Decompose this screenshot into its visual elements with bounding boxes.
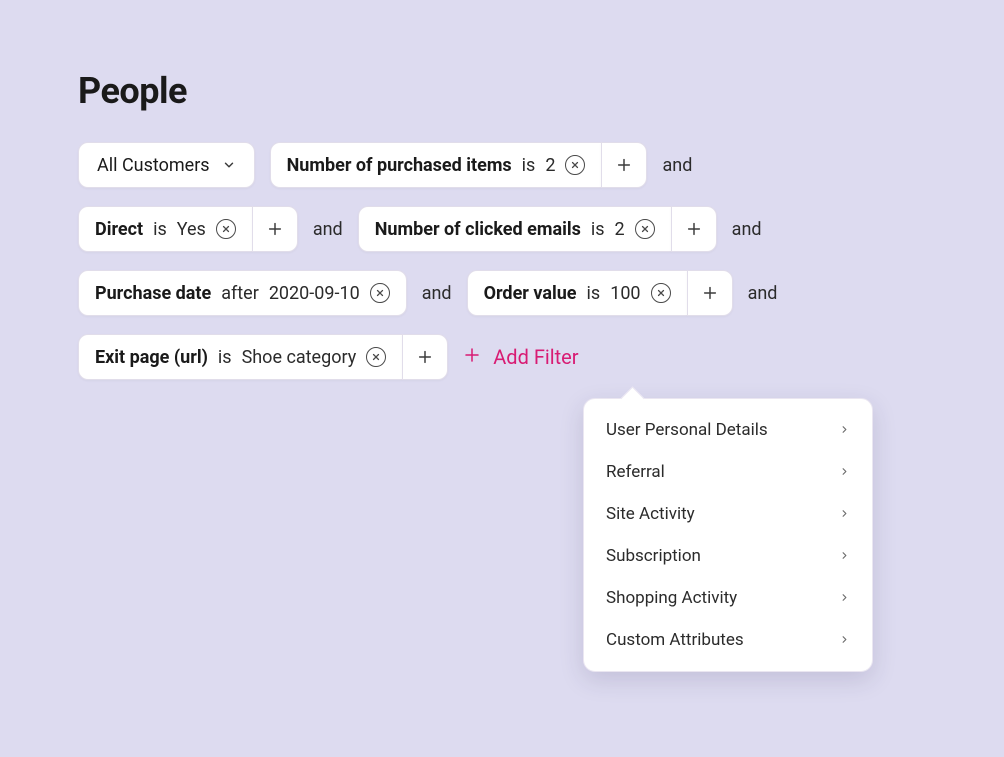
- filter-op: is: [218, 347, 232, 368]
- popover-item-label: Shopping Activity: [606, 588, 737, 608]
- filter-rows: All Customers Number of purchased items …: [78, 142, 926, 380]
- filter-row: All Customers Number of purchased items …: [78, 142, 926, 188]
- filter-row: Purchase date after 2020-09-10 and Order…: [78, 270, 926, 316]
- filter-op: is: [522, 155, 536, 176]
- segment-dropdown[interactable]: All Customers: [78, 142, 255, 188]
- filter-op: is: [591, 219, 605, 240]
- chevron-right-icon: [839, 504, 850, 524]
- popover-item-label: Subscription: [606, 546, 701, 566]
- page-title: People: [78, 70, 926, 112]
- add-filter-popover: User Personal Details Referral Site Acti…: [583, 398, 873, 672]
- filter-chip[interactable]: Exit page (url) is Shoe category: [78, 334, 402, 380]
- add-filter-label: Add Filter: [493, 345, 578, 369]
- filter-field: Number of purchased items: [287, 155, 512, 176]
- popover-item-label: Custom Attributes: [606, 630, 744, 650]
- conjunction-label: and: [662, 155, 692, 176]
- filter-chip[interactable]: Number of clicked emails is 2: [358, 206, 671, 252]
- filter-chip-group: Exit page (url) is Shoe category: [78, 334, 448, 380]
- filter-field: Number of clicked emails: [375, 219, 581, 240]
- popover-item-label: Site Activity: [606, 504, 695, 524]
- filter-op: after: [221, 283, 259, 304]
- filter-chip-group: Number of purchased items is 2: [270, 142, 648, 188]
- filter-row: Exit page (url) is Shoe category A: [78, 334, 926, 380]
- conjunction-label: and: [313, 219, 343, 240]
- add-filter-button[interactable]: Add Filter: [463, 345, 578, 369]
- remove-filter-icon[interactable]: [635, 219, 655, 239]
- remove-filter-icon[interactable]: [366, 347, 386, 367]
- filter-value: 100: [610, 283, 640, 304]
- chevron-down-icon: [222, 158, 236, 172]
- add-condition-button[interactable]: [402, 334, 448, 380]
- filter-value: Yes: [177, 219, 206, 240]
- filter-value: Shoe category: [242, 347, 357, 368]
- popover-item-subscription[interactable]: Subscription: [584, 535, 872, 577]
- conjunction-label: and: [732, 219, 762, 240]
- chevron-right-icon: [839, 462, 850, 482]
- remove-filter-icon[interactable]: [370, 283, 390, 303]
- remove-filter-icon[interactable]: [216, 219, 236, 239]
- remove-filter-icon[interactable]: [651, 283, 671, 303]
- popover-menu: User Personal Details Referral Site Acti…: [583, 398, 873, 672]
- filter-field: Order value: [484, 283, 577, 304]
- filter-op: is: [153, 219, 167, 240]
- popover-item-shopping-activity[interactable]: Shopping Activity: [584, 577, 872, 619]
- chevron-right-icon: [839, 420, 850, 440]
- filter-field: Exit page (url): [95, 347, 208, 368]
- add-condition-button[interactable]: [671, 206, 717, 252]
- filter-chip[interactable]: Purchase date after 2020-09-10: [78, 270, 407, 316]
- filter-op: is: [587, 283, 601, 304]
- filter-value: 2: [545, 155, 555, 176]
- popover-item-user-personal-details[interactable]: User Personal Details: [584, 409, 872, 451]
- popover-item-site-activity[interactable]: Site Activity: [584, 493, 872, 535]
- filter-chip[interactable]: Direct is Yes: [78, 206, 252, 252]
- segment-dropdown-label: All Customers: [97, 155, 210, 176]
- conjunction-label: and: [748, 283, 778, 304]
- filter-row: Direct is Yes and Number of click: [78, 206, 926, 252]
- popover-item-custom-attributes[interactable]: Custom Attributes: [584, 619, 872, 661]
- remove-filter-icon[interactable]: [565, 155, 585, 175]
- popover-item-label: Referral: [606, 462, 665, 482]
- chevron-right-icon: [839, 630, 850, 650]
- filter-field: Direct: [95, 219, 143, 240]
- filter-value: 2020-09-10: [269, 283, 360, 304]
- popover-item-referral[interactable]: Referral: [584, 451, 872, 493]
- plus-icon: [463, 345, 481, 369]
- filter-value: 2: [615, 219, 625, 240]
- add-condition-button[interactable]: [687, 270, 733, 316]
- chevron-right-icon: [839, 588, 850, 608]
- popover-item-label: User Personal Details: [606, 420, 768, 440]
- filter-chip[interactable]: Number of purchased items is 2: [270, 142, 602, 188]
- filter-chip-group: Order value is 100: [467, 270, 733, 316]
- filter-chip-group: Number of clicked emails is 2: [358, 206, 717, 252]
- add-condition-button[interactable]: [601, 142, 647, 188]
- filter-field: Purchase date: [95, 283, 211, 304]
- filter-chip[interactable]: Order value is 100: [467, 270, 687, 316]
- filter-chip-group: Direct is Yes: [78, 206, 298, 252]
- add-condition-button[interactable]: [252, 206, 298, 252]
- chevron-right-icon: [839, 546, 850, 566]
- conjunction-label: and: [422, 283, 452, 304]
